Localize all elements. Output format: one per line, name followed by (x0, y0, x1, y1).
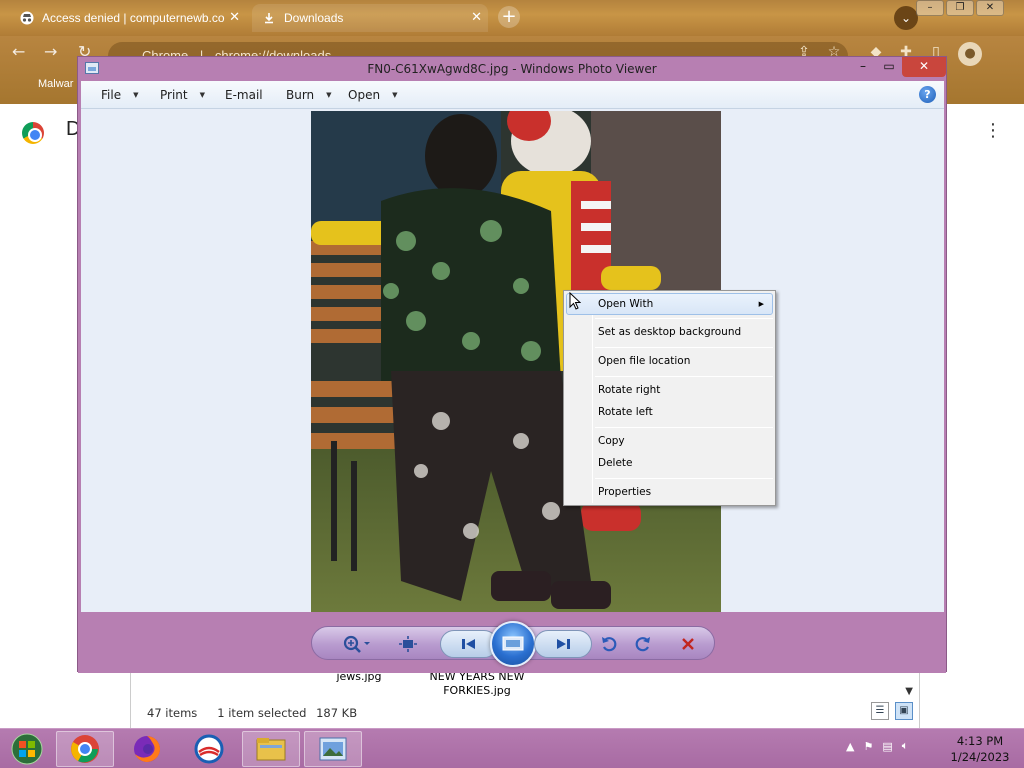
next-icon (557, 639, 570, 649)
menu-bar: File ▼ Print ▼ E-mail Burn ▼ Open ▼ ? (81, 81, 944, 109)
clock-time: 4:13 PM (956, 734, 1004, 748)
large-icons-view-icon[interactable]: ▣ (895, 702, 913, 720)
status-bar: 47 items 1 item selected 187 KB (147, 706, 357, 720)
submenu-arrow-icon: ▶ (758, 300, 764, 308)
dropdown-arrow-icon: ▼ (133, 91, 139, 99)
network-icon[interactable]: ▤ (882, 740, 892, 753)
image-canvas (81, 109, 944, 612)
close-button[interactable]: ✕ (902, 57, 946, 77)
delete-icon[interactable] (676, 633, 700, 655)
tab-title: Downloads (284, 11, 344, 25)
chrome-icon[interactable] (56, 731, 114, 767)
volume-icon[interactable]: 🔈︎ (902, 739, 909, 753)
item-count: 47 items (147, 706, 198, 720)
zoom-icon[interactable] (340, 633, 374, 655)
chrome-window-controls: – ❐ ✕ (914, 0, 1004, 16)
previous-icon (462, 639, 475, 649)
menu-open[interactable]: Open ▼ (348, 88, 397, 102)
context-menu: Open With ▶ Set as desktop background Op… (563, 290, 776, 506)
taskbar: ▲ ⚑ ▤ 🔈︎ 4:13 PM 1/24/2023 (0, 728, 1024, 768)
download-icon (262, 11, 276, 25)
selection-status: 1 item selected (217, 706, 307, 720)
minimize-button[interactable]: – (916, 0, 944, 16)
navigation-bar (78, 612, 946, 673)
maximize-button[interactable]: ▭ (876, 57, 902, 77)
start-orb-icon[interactable] (0, 731, 54, 767)
action-center-flag-icon[interactable]: ⚑ (863, 740, 873, 753)
menu-item-open-with[interactable]: Open With ▶ (566, 293, 773, 315)
slideshow-button[interactable] (490, 621, 536, 667)
show-hidden-icons-icon[interactable]: ▲ (846, 740, 854, 753)
selection-size: 187 KB (316, 706, 358, 720)
system-clock[interactable]: 4:13 PM 1/24/2023 (942, 733, 1018, 765)
menu-item-rotate-right[interactable]: Rotate right (566, 379, 773, 401)
dropdown-arrow-icon: ▼ (199, 91, 205, 99)
photo-viewer-window: FN0-C61XwAgwd8C.jpg - Windows Photo View… (77, 56, 947, 673)
menu-file[interactable]: File ▼ (101, 88, 138, 102)
menu-item-copy[interactable]: Copy (566, 430, 773, 452)
tab-title: Access denied | computernewb.co (42, 11, 225, 25)
menu-item-set-desktop-background[interactable]: Set as desktop background (566, 321, 773, 343)
menu-burn[interactable]: Burn ▼ (286, 88, 332, 102)
tab-access-denied[interactable]: Access denied | computernewb.co ✕ (10, 4, 246, 32)
dropdown-arrow-icon: ▼ (326, 91, 332, 99)
system-tray: ▲ ⚑ ▤ 🔈︎ (846, 739, 908, 753)
window-title: FN0-C61XwAgwd8C.jpg - Windows Photo View… (367, 62, 657, 76)
menu-item-delete[interactable]: Delete (566, 452, 773, 474)
rotate-right-icon[interactable] (631, 633, 655, 655)
chrome-logo-icon (22, 122, 44, 144)
tab-downloads[interactable]: Downloads ✕ (252, 4, 488, 32)
navigation-controls (311, 621, 715, 667)
menu-print[interactable]: Print ▼ (160, 88, 205, 102)
profile-avatar[interactable]: ● (958, 42, 982, 66)
scroll-down-icon[interactable]: ▼ (905, 686, 913, 697)
back-icon[interactable]: ← (12, 42, 25, 61)
new-tab-button[interactable]: + (498, 6, 520, 28)
actual-size-icon[interactable] (396, 633, 420, 655)
menu-item-rotate-left[interactable]: Rotate left (566, 401, 773, 423)
incognito-icon (20, 11, 34, 25)
menu-email[interactable]: E-mail (225, 88, 263, 102)
view-toggle: ☰ ▣ (871, 702, 913, 720)
details-view-icon[interactable]: ☰ (871, 702, 889, 720)
close-button[interactable]: ✕ (976, 0, 1004, 16)
next-button[interactable] (534, 630, 592, 658)
slideshow-icon (502, 636, 524, 651)
bookmark-item[interactable]: Malwar (38, 78, 73, 90)
firefox-icon[interactable] (118, 731, 176, 767)
help-icon[interactable]: ? (919, 86, 936, 103)
clock-date: 1/24/2023 (950, 750, 1010, 764)
chrome-tab-bar: Access denied | computernewb.co ✕ Downlo… (0, 0, 1024, 36)
rotate-left-icon[interactable] (597, 633, 621, 655)
close-icon[interactable]: ✕ (229, 9, 240, 25)
menu-item-properties[interactable]: Properties (566, 481, 773, 503)
forward-icon[interactable]: → (44, 42, 57, 61)
file-explorer-icon[interactable] (242, 731, 300, 767)
file-item-label[interactable]: NEW YEARS NEW FORKIES.jpg (427, 670, 527, 698)
menu-item-open-file-location[interactable]: Open file location (566, 350, 773, 372)
minimize-button[interactable]: – (850, 57, 876, 77)
mouse-cursor-icon (569, 291, 582, 313)
edge-icon[interactable] (180, 731, 238, 767)
more-options-icon[interactable]: ⋮ (984, 120, 1002, 141)
dropdown-arrow-icon: ▼ (392, 91, 398, 99)
close-icon[interactable]: ✕ (471, 9, 482, 25)
file-explorer-window: jews.jpg NEW YEARS NEW FORKIES.jpg ▼ 47 … (130, 670, 920, 728)
restore-button[interactable]: ❐ (946, 0, 974, 16)
photo-viewer-icon[interactable] (304, 731, 362, 767)
